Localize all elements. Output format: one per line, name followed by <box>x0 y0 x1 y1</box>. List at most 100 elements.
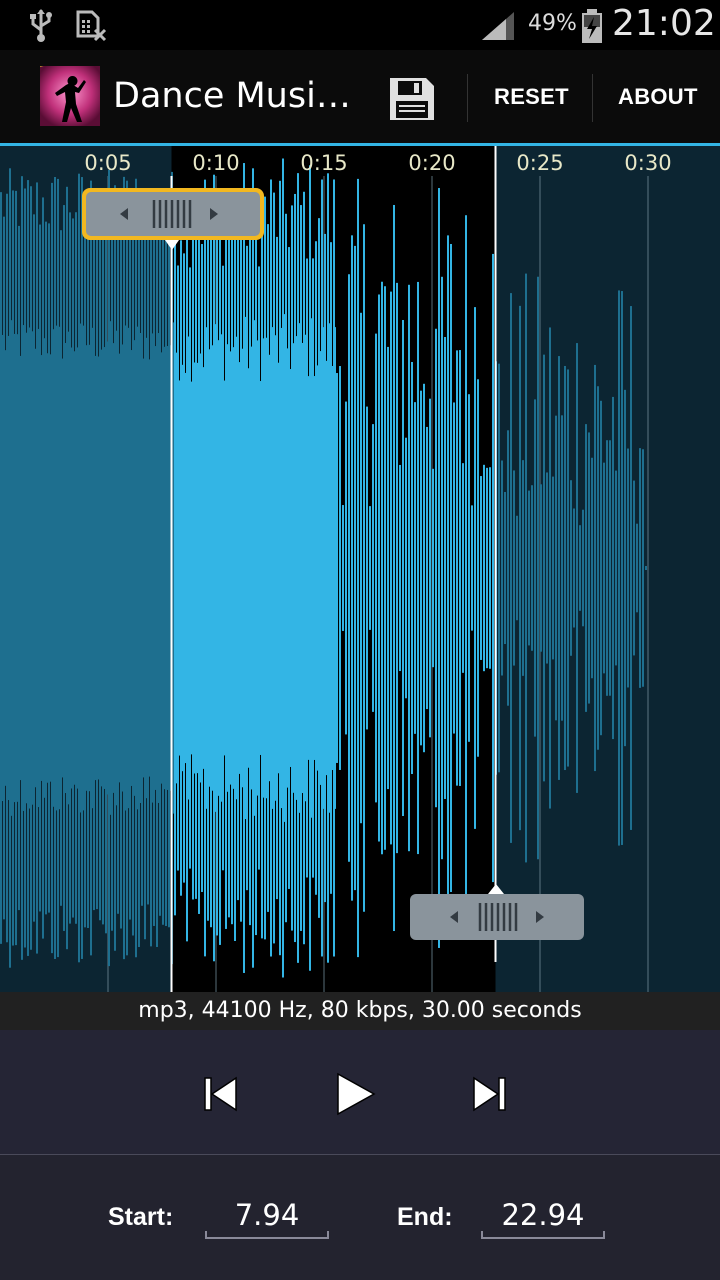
waveform-bar <box>483 464 485 672</box>
waveform-bar <box>582 509 584 627</box>
waveform-bar <box>339 366 341 770</box>
waveform-bar <box>42 197 44 939</box>
waveform-bar <box>411 361 413 775</box>
fast-forward-button[interactable] <box>466 1070 514 1118</box>
end-label: End: <box>397 1203 453 1231</box>
waveform-bar <box>3 216 5 920</box>
waveform-bar <box>68 331 69 805</box>
waveform-bar <box>522 460 524 676</box>
waveform-bar <box>254 320 255 816</box>
waveform-bar <box>627 448 629 688</box>
waveform-bar <box>92 327 93 809</box>
waveform-bar <box>474 307 476 829</box>
waveform-bar <box>462 463 464 673</box>
waveform-bar <box>153 210 155 926</box>
waveform-bar <box>179 380 180 756</box>
rewind-button[interactable] <box>196 1070 244 1118</box>
waveform-bar <box>77 347 78 789</box>
waveform-bar <box>116 330 117 806</box>
waveform-bar <box>245 316 246 820</box>
waveform-bar <box>558 356 560 780</box>
waveform-bar <box>33 214 35 922</box>
waveform-bar <box>528 490 530 646</box>
waveform-bar <box>329 323 330 813</box>
end-time-field[interactable]: 22.94 <box>481 1193 605 1239</box>
waveform-bar <box>237 235 239 901</box>
waveform-bar <box>465 215 467 921</box>
waveform-bar <box>561 415 563 721</box>
waveform-bar <box>60 230 62 906</box>
waveform-bar <box>594 364 596 772</box>
waveform-bar <box>597 386 599 750</box>
start-marker-handle[interactable] <box>80 186 270 252</box>
waveform-bar <box>120 207 122 929</box>
waveform-bar <box>588 432 590 704</box>
waveform-bar <box>81 177 83 959</box>
waveform-bar <box>162 211 164 925</box>
start-time-field[interactable]: 7.94 <box>205 1193 329 1239</box>
waveform-bar <box>45 221 47 915</box>
waveform-bar <box>240 214 242 922</box>
waveform-bar <box>215 324 216 812</box>
waveform-bar <box>128 327 129 809</box>
waveform-bar <box>501 460 503 676</box>
waveform-view[interactable]: 0:05 0:10 0:15 0:20 0:25 0:30 <box>0 146 720 992</box>
waveform-bar <box>438 188 440 948</box>
waveform-bar <box>87 207 89 929</box>
waveform-bar <box>161 352 162 784</box>
waveform-bar <box>140 333 141 803</box>
waveform-bar <box>104 347 105 789</box>
waveform-bar <box>105 202 107 934</box>
save-button[interactable] <box>382 68 442 128</box>
waveform-bar <box>44 338 45 798</box>
end-marker-handle[interactable] <box>408 882 588 946</box>
waveform-bar <box>72 218 74 918</box>
waveform-bar <box>405 437 407 699</box>
waveform-bar <box>332 365 333 771</box>
waveform-bar <box>381 281 383 855</box>
file-info-text: mp3, 44100 Hz, 80 kbps, 30.00 seconds <box>138 998 582 1023</box>
waveform-bar <box>11 320 12 816</box>
waveform-bar <box>456 350 458 786</box>
waveform-bar <box>59 326 60 810</box>
waveform-bar <box>320 351 321 785</box>
waveform-bar <box>390 291 392 845</box>
waveform-bar <box>219 191 221 945</box>
about-button[interactable]: ABOUT <box>618 84 698 110</box>
waveform-bar <box>300 205 302 931</box>
waveform-bar <box>321 179 323 957</box>
waveform-bar <box>345 401 347 735</box>
waveform-bar <box>444 337 446 799</box>
waveform-bar <box>24 188 26 948</box>
waveform-bar <box>564 365 566 771</box>
waveform-bar <box>549 327 551 809</box>
waveform-bar <box>378 294 380 842</box>
waveform-bar <box>281 327 282 809</box>
waveform-bar <box>233 347 234 789</box>
waveform-bar <box>26 332 27 804</box>
waveform-bar <box>537 276 539 860</box>
waveform-bar <box>221 334 222 802</box>
waveform-bar <box>129 216 131 920</box>
waveform-bar <box>183 253 185 883</box>
waveform-bar <box>573 508 575 628</box>
play-button[interactable] <box>330 1070 378 1118</box>
action-bar: Dance Musi… RESET ABOUT <box>0 50 720 143</box>
waveform-bar <box>101 349 102 787</box>
waveform-bar <box>147 231 149 905</box>
waveform-bar <box>12 190 14 946</box>
waveform-bar <box>146 337 147 799</box>
waveform-bar <box>567 369 569 767</box>
waveform-bar <box>152 333 153 803</box>
waveform-bar <box>278 362 279 774</box>
waveform-bar <box>426 426 428 710</box>
waveform-bar <box>279 180 281 956</box>
waveform-bar <box>200 353 201 783</box>
waveform-bar <box>164 346 165 790</box>
waveform-bar <box>366 406 368 730</box>
waveform-bar <box>519 305 521 831</box>
waveform-bar <box>132 200 134 936</box>
waveform-bar <box>239 362 240 774</box>
waveform-bar <box>207 215 209 921</box>
reset-button[interactable]: RESET <box>494 84 569 110</box>
